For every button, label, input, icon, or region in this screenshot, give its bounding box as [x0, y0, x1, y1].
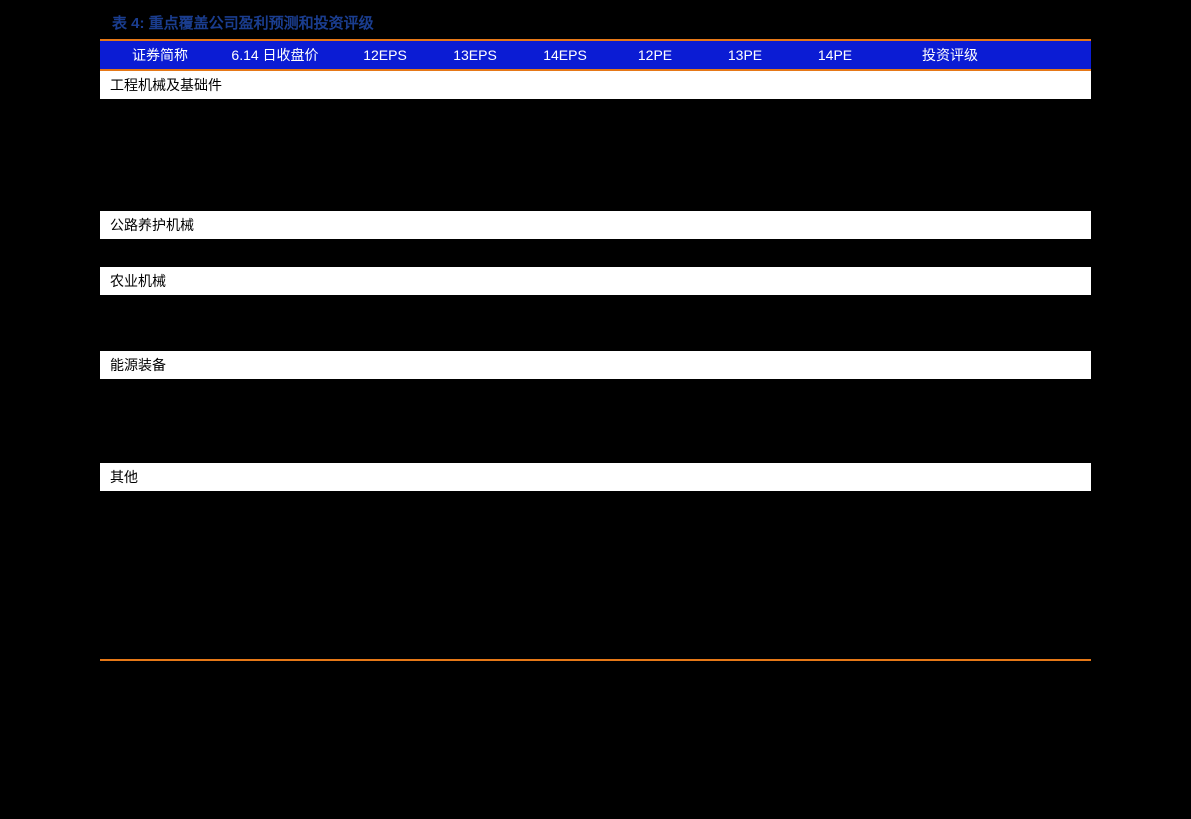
header-name: 证券简称 — [100, 45, 210, 65]
section-label: 公路养护机械 — [100, 211, 1091, 239]
header-close: 6.14 日收盘价 — [210, 45, 340, 65]
table-row — [100, 323, 1091, 351]
header-pe12: 12PE — [610, 47, 700, 63]
header-eps13: 13EPS — [430, 47, 520, 63]
header-rating: 投资评级 — [880, 45, 1020, 65]
table-body: 工程机械及基础件公路养护机械农业机械能源装备其他 — [100, 71, 1091, 659]
table-row — [100, 239, 1091, 267]
table-row — [100, 183, 1091, 211]
section-label: 其他 — [100, 463, 1091, 491]
table-row — [100, 631, 1091, 659]
table-title: 表 4: 重点覆盖公司盈利预测和投资评级 — [100, 12, 1091, 39]
table-row — [100, 519, 1091, 547]
section-label: 工程机械及基础件 — [100, 71, 1091, 99]
table-row — [100, 127, 1091, 155]
table-row — [100, 295, 1091, 323]
header-pe14: 14PE — [790, 47, 880, 63]
header-pe13: 13PE — [700, 47, 790, 63]
table-row — [100, 379, 1091, 407]
table-header-row: 证券简称 6.14 日收盘价 12EPS 13EPS 14EPS 12PE 13… — [100, 41, 1091, 69]
table-row — [100, 99, 1091, 127]
table-row — [100, 155, 1091, 183]
table-row — [100, 603, 1091, 631]
table-row — [100, 575, 1091, 603]
header-eps14: 14EPS — [520, 47, 610, 63]
header-eps12: 12EPS — [340, 47, 430, 63]
table-row — [100, 491, 1091, 519]
section-label: 能源装备 — [100, 351, 1091, 379]
table-row — [100, 435, 1091, 463]
section-label: 农业机械 — [100, 267, 1091, 295]
table-row — [100, 547, 1091, 575]
table-row — [100, 407, 1091, 435]
